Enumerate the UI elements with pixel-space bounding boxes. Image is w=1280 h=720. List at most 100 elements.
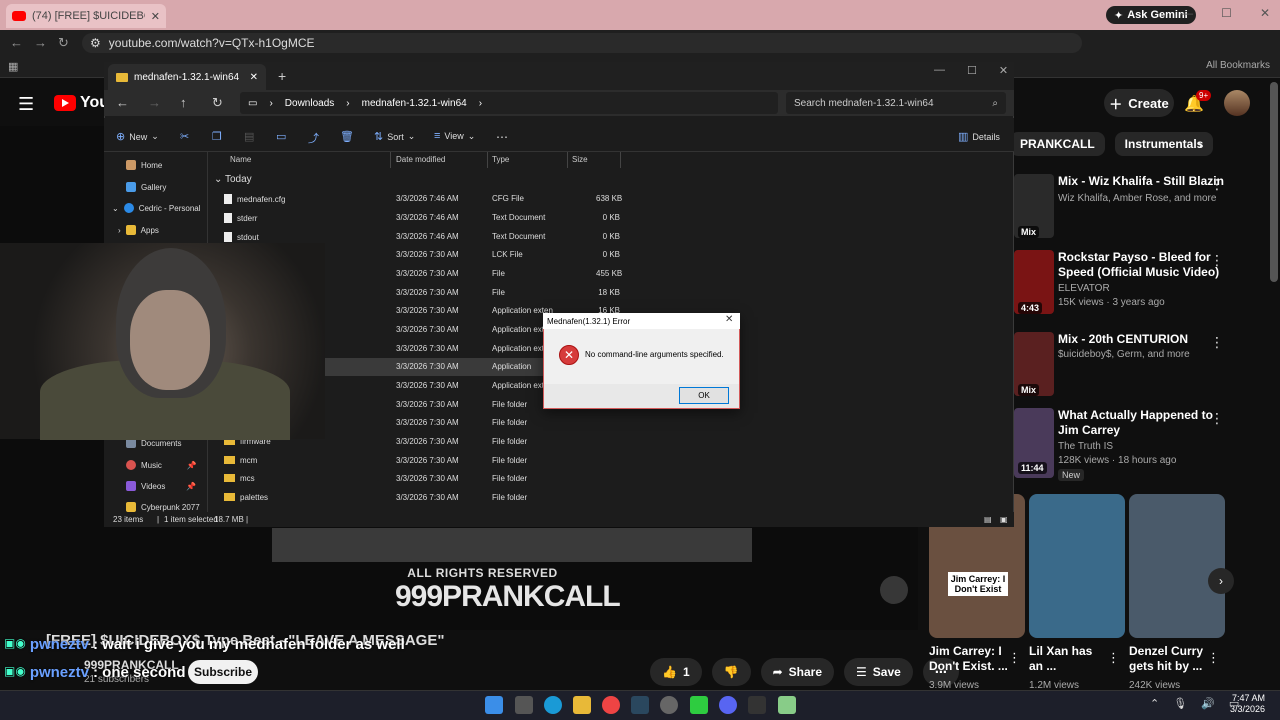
task-view-icon[interactable]: [515, 696, 533, 714]
more-options-icon[interactable]: ⋮: [1107, 650, 1120, 666]
details-button[interactable]: ▥ Details: [958, 130, 1000, 143]
chip-prankcall[interactable]: PRANKCALL: [1010, 132, 1105, 156]
sidebar-item-onedrive[interactable]: ⌄ Cedric - Personal: [112, 203, 201, 213]
minimize-icon[interactable]: —: [1181, 6, 1193, 20]
apps-grid-icon[interactable]: ▦: [8, 60, 18, 73]
app-icon[interactable]: [690, 696, 708, 714]
rec-video[interactable]: 11:44 What Actually Happened to Jim Carr…: [1014, 408, 1260, 484]
column-header-date[interactable]: Date modified: [396, 155, 445, 164]
forward-icon[interactable]: →: [148, 95, 161, 110]
copy-icon[interactable]: ❐: [212, 130, 222, 143]
refresh-icon[interactable]: ↻: [212, 95, 223, 111]
close-tab-icon[interactable]: ✕: [250, 72, 258, 83]
more-options-icon[interactable]: ⋯: [496, 130, 508, 144]
table-row[interactable]: mcs 3/3/2026 7:30 AM File folder: [210, 470, 620, 488]
back-icon[interactable]: ←: [116, 95, 129, 110]
close-window-icon[interactable]: ✕: [1260, 6, 1270, 20]
cut-icon[interactable]: ✂: [180, 130, 189, 143]
sidebar-item-home[interactable]: Home: [126, 160, 162, 170]
ok-button[interactable]: OK: [679, 387, 729, 404]
share-icon[interactable]: ⤴: [308, 130, 319, 146]
avatar[interactable]: [1224, 90, 1250, 116]
table-row[interactable]: palettes 3/3/2026 7:30 AM File folder: [210, 489, 620, 507]
save-button[interactable]: ☰ Save: [844, 658, 913, 686]
group-header-today[interactable]: ⌄ Today: [214, 174, 252, 185]
mic-icon[interactable]: 🎙: [1173, 697, 1187, 710]
column-divider[interactable]: [567, 152, 568, 168]
start-icon[interactable]: [485, 696, 503, 714]
breadcrumb[interactable]: ▭ › Downloads › mednafen-1.32.1-win64 ›: [240, 92, 778, 114]
terminal-icon[interactable]: [748, 696, 766, 714]
rec-video[interactable]: Mix Mix - Wiz Khalifa - Still Blazin Wiz…: [1014, 174, 1260, 240]
like-button[interactable]: 👍 1: [650, 658, 702, 686]
search-input[interactable]: Search mednafen-1.32.1-win64 ⌕: [786, 92, 1006, 114]
maximize-icon[interactable]: ☐: [1221, 6, 1232, 20]
minimize-icon[interactable]: —: [934, 64, 945, 77]
column-divider[interactable]: [390, 152, 391, 168]
sort-button[interactable]: ⇅ Sort ⌄: [374, 130, 415, 143]
rec-video[interactable]: 4:43 Rockstar Payso - Bleed for Speed (O…: [1014, 250, 1260, 320]
url-field[interactable]: ⚙ youtube.com/watch?v=QTx-h1OgMCE: [82, 33, 1082, 53]
sidebar-item-gallery[interactable]: Gallery: [126, 182, 166, 192]
create-button[interactable]: ＋ Create: [1104, 89, 1174, 117]
discord-icon[interactable]: [719, 696, 737, 714]
chevron-right-icon[interactable]: ›: [1198, 136, 1203, 152]
all-bookmarks[interactable]: All Bookmarks: [1206, 60, 1270, 71]
details-view-icon[interactable]: ▤: [984, 515, 992, 524]
forward-icon[interactable]: →: [34, 35, 47, 50]
back-icon[interactable]: ←: [10, 35, 23, 50]
short-thumbnail[interactable]: [1129, 494, 1225, 638]
browser-tab[interactable]: (74) [FREE] $UICIDEBOY$ Type ✕: [6, 4, 166, 28]
sidebar-item-music[interactable]: Music 📌: [126, 460, 197, 470]
close-window-icon[interactable]: ✕: [999, 64, 1008, 77]
sidebar-item-cyberpunk[interactable]: Cyberpunk 2077: [126, 502, 200, 512]
column-header-name[interactable]: Name: [230, 155, 251, 164]
up-icon[interactable]: ↑: [180, 95, 187, 110]
close-tab-icon[interactable]: ✕: [151, 10, 160, 23]
reload-icon[interactable]: ↻: [58, 35, 69, 51]
more-options-icon[interactable]: ⋮: [1210, 176, 1224, 193]
table-row[interactable]: mcm 3/3/2026 7:30 AM File folder: [210, 452, 620, 470]
explorer-tab[interactable]: mednafen-1.32.1-win64 ✕: [108, 64, 266, 90]
short-thumbnail[interactable]: [1029, 494, 1125, 638]
edge-icon[interactable]: [544, 696, 562, 714]
site-info-icon[interactable]: ⚙: [90, 36, 101, 50]
more-options-icon[interactable]: ⋮: [1210, 252, 1224, 269]
close-icon[interactable]: ✕: [725, 314, 733, 325]
breadcrumb-folder[interactable]: mednafen-1.32.1-win64: [362, 98, 467, 109]
share-button[interactable]: ➦ Share: [760, 658, 835, 686]
new-tab-icon[interactable]: +: [278, 68, 286, 84]
sidebar-item-apps[interactable]: › Apps: [118, 225, 159, 235]
maximize-icon[interactable]: ☐: [967, 64, 977, 77]
column-divider[interactable]: [487, 152, 488, 168]
speaker-icon[interactable]: 🔊: [1201, 697, 1215, 710]
more-options-icon[interactable]: ⋮: [1207, 650, 1220, 666]
sidebar-item-videos[interactable]: Videos 📌: [126, 481, 196, 491]
chevron-right-icon[interactable]: ›: [1208, 568, 1234, 594]
table-row[interactable]: stderr 3/3/2026 7:46 AM Text Document 0 KB: [210, 209, 620, 227]
more-options-icon[interactable]: ⋮: [1008, 650, 1021, 666]
more-options-icon[interactable]: ⋮: [1210, 410, 1224, 427]
paste-icon[interactable]: ▤: [244, 130, 254, 143]
tiles-view-icon[interactable]: ▣: [1000, 515, 1008, 524]
mednafen-icon[interactable]: [778, 696, 796, 714]
subscribe-button[interactable]: Subscribe: [188, 660, 258, 684]
page-scrollbar[interactable]: [1270, 82, 1278, 282]
rec-video[interactable]: Mix Mix - 20th CENTURION $uicideboy$, Ge…: [1014, 332, 1260, 398]
chevron-up-icon[interactable]: ⌃: [1150, 697, 1159, 710]
steam-icon[interactable]: [631, 696, 649, 714]
file-explorer-icon[interactable]: [573, 696, 591, 714]
new-button[interactable]: ⊕ New ⌄: [116, 130, 159, 143]
more-options-icon[interactable]: ⋮: [1210, 334, 1224, 351]
column-header-size[interactable]: Size: [572, 155, 588, 164]
menu-icon[interactable]: ☰: [18, 94, 34, 115]
short-title[interactable]: Denzel Curry gets hit by ...: [1129, 644, 1209, 674]
column-header-type[interactable]: Type: [492, 155, 509, 164]
view-button[interactable]: ≡ View ⌄: [434, 130, 475, 142]
chrome-icon[interactable]: [602, 696, 620, 714]
short-title[interactable]: Lil Xan has an ...: [1029, 644, 1109, 674]
dislike-button[interactable]: 👎: [711, 658, 751, 686]
app-icon[interactable]: [660, 696, 678, 714]
column-divider[interactable]: [620, 152, 621, 168]
short-title[interactable]: Jim Carrey: I Don't Exist. ...: [929, 644, 1009, 674]
